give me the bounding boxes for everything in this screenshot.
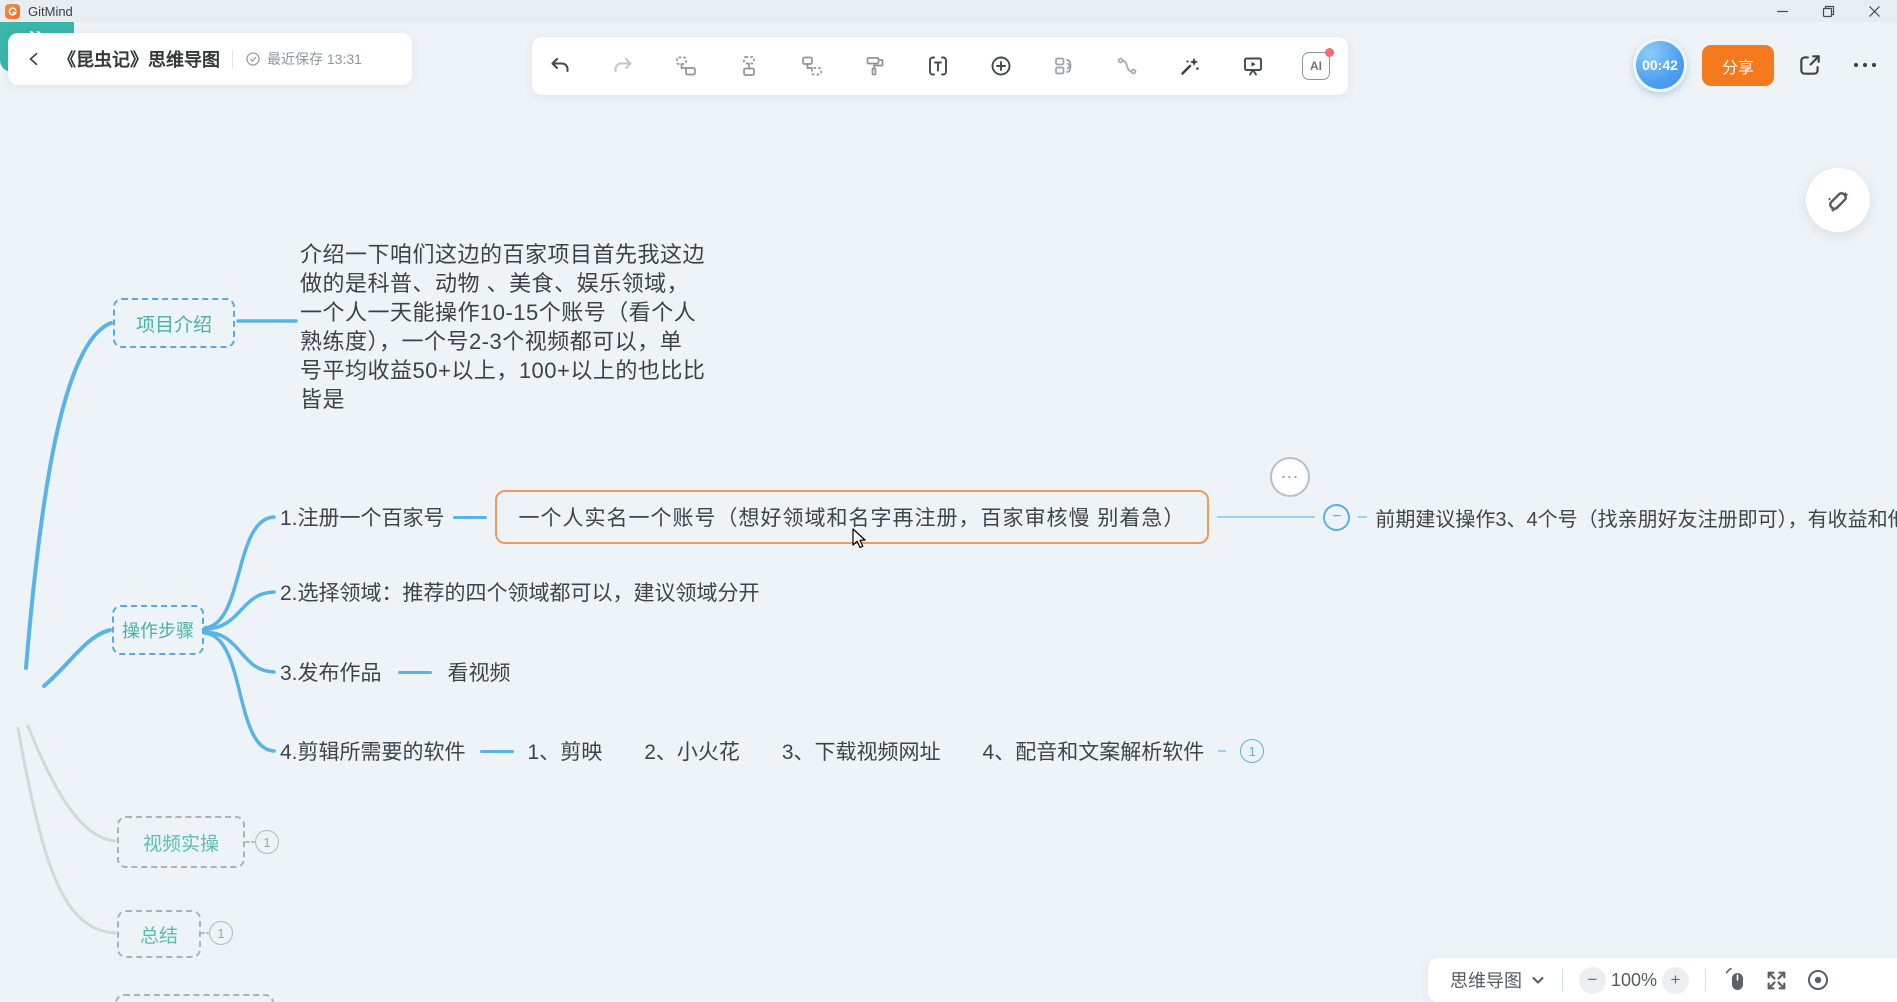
divider: [1562, 969, 1563, 991]
insert-child-node-icon[interactable]: [727, 44, 771, 88]
insert-node-icon[interactable]: [979, 44, 1023, 88]
summary-icon[interactable]: [1042, 44, 1086, 88]
view-mode-select[interactable]: 思维导图: [1450, 967, 1522, 993]
presentation-icon[interactable]: [1231, 44, 1275, 88]
minimize-button[interactable]: [1759, 0, 1805, 22]
document-header: 《昆虫记》思维导图 最近保存 13:31: [8, 33, 412, 85]
node-step1-grandchild[interactable]: 前期建议操作3、4个号（找亲朋好友注册即可），有收益和他们: [1375, 503, 1897, 532]
zoom-out-button[interactable]: −: [1579, 967, 1606, 994]
gitmind-window: GitMind 《昆虫记》思维导图 最近保存 13:31: [0, 0, 1897, 1002]
mouse-cursor: [852, 528, 872, 550]
relation-line-icon[interactable]: [1105, 44, 1149, 88]
drag-mode-mouse-icon[interactable]: [1722, 967, 1748, 993]
restore-button[interactable]: [1805, 0, 1851, 22]
share-button[interactable]: 分享: [1702, 45, 1774, 86]
chevron-down-icon[interactable]: [1530, 972, 1546, 988]
save-status: 最近保存 13:31: [267, 49, 362, 69]
branch-line: [1358, 516, 1367, 519]
collapse-toggle[interactable]: −: [1323, 504, 1350, 531]
branch-line: [1217, 516, 1315, 519]
insert-parent-node-icon[interactable]: [790, 44, 834, 88]
view-controls-bar: 思维导图 − 100% +: [1428, 958, 1897, 1002]
zoom-level: 100%: [1606, 970, 1662, 991]
saved-check-icon: [245, 51, 261, 67]
node-more-options-button[interactable]: ⋯: [1270, 457, 1310, 497]
gitmind-logo-icon: [5, 4, 20, 19]
format-painter-icon[interactable]: [853, 44, 897, 88]
one-click-beautify-button[interactable]: [1806, 168, 1870, 232]
redo-icon[interactable]: [601, 44, 645, 88]
node-step1[interactable]: 1.注册一个百家号: [280, 502, 445, 532]
fit-screen-icon[interactable]: [1764, 968, 1789, 993]
insert-sibling-node-icon[interactable]: [664, 44, 708, 88]
close-button[interactable]: [1851, 0, 1897, 22]
divider: [1705, 969, 1706, 991]
ai-beautify-wand-icon[interactable]: [1168, 44, 1212, 88]
ai-assistant-icon[interactable]: AI: [1294, 44, 1338, 88]
ai-icon-label: AI: [1310, 59, 1322, 73]
back-button[interactable]: [22, 46, 48, 72]
divider: [232, 50, 233, 68]
branch-dash: [453, 516, 487, 519]
document-title: 《昆虫记》思维导图: [58, 46, 220, 72]
main-toolbar: AI: [532, 37, 1348, 95]
insert-text-icon[interactable]: [916, 44, 960, 88]
titlebar: GitMind: [0, 0, 1897, 22]
window-controls: [1759, 0, 1897, 22]
app-title: GitMind: [28, 4, 73, 19]
step1-row: 1.注册一个百家号 一个人实名一个账号（想好领域和名字再注册，百家审核慢 别着急…: [280, 489, 1897, 545]
session-timer[interactable]: 00:42: [1633, 38, 1687, 92]
ai-notification-dot: [1325, 48, 1334, 57]
undo-icon[interactable]: [538, 44, 582, 88]
focus-eye-icon[interactable]: [1805, 967, 1831, 993]
zoom-in-button[interactable]: +: [1662, 967, 1689, 994]
